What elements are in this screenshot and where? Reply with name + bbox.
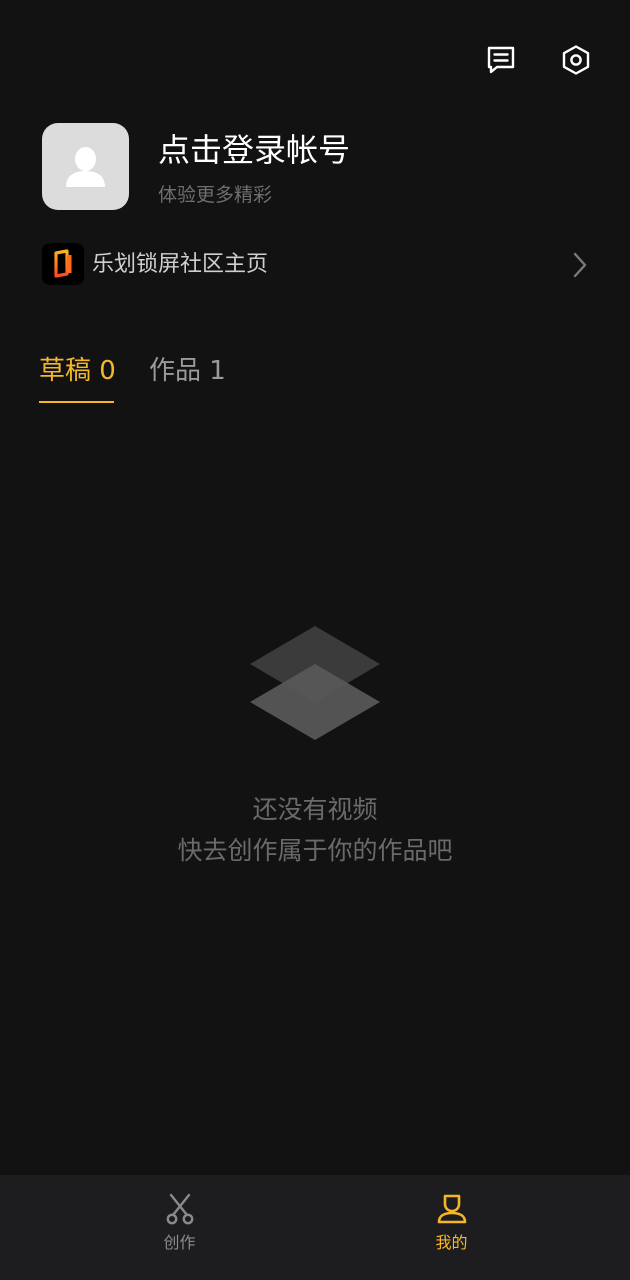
settings-button[interactable] <box>558 42 594 78</box>
nav-item-create[interactable]: 创作 <box>22 1175 337 1280</box>
nav-label-mine: 我的 <box>435 1233 468 1252</box>
message-button[interactable] <box>483 42 519 78</box>
active-tab-indicator <box>39 401 114 403</box>
community-homepage-link[interactable]: 乐划锁屏社区主页 <box>42 243 592 287</box>
user-silhouette-icon <box>66 147 105 187</box>
tab-drafts[interactable]: 草稿 0 <box>39 352 116 390</box>
bottom-navigation: 创作 我的 <box>0 1175 630 1280</box>
nav-item-mine[interactable]: 我的 <box>294 1175 609 1280</box>
empty-state-subtitle: 快去创作属于你的作品吧 <box>177 836 453 865</box>
stacked-layers-icon <box>250 626 380 740</box>
login-title[interactable]: 点击登录帐号 <box>158 128 350 172</box>
empty-state-title: 还没有视频 <box>252 795 378 824</box>
scissors-icon <box>166 1193 193 1225</box>
tab-works[interactable]: 作品 1 <box>149 352 226 390</box>
profile-icon <box>437 1194 466 1224</box>
message-icon <box>487 46 515 74</box>
community-label: 乐划锁屏社区主页 <box>92 252 269 277</box>
avatar[interactable] <box>42 123 129 210</box>
login-subtitle: 体验更多精彩 <box>158 184 273 206</box>
chevron-right-icon <box>573 252 587 278</box>
settings-hexagon-icon <box>562 45 590 75</box>
nav-label-create: 创作 <box>163 1233 196 1252</box>
community-logo-icon <box>42 243 84 285</box>
